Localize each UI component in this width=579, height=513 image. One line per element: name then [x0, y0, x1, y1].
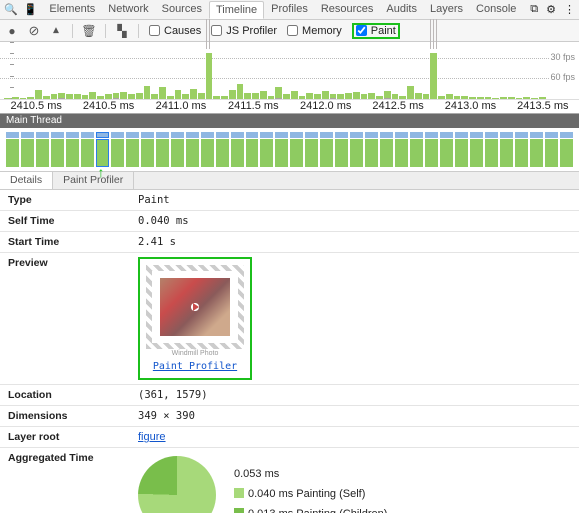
tab-timeline[interactable]: Timeline: [209, 1, 264, 19]
tab-audits[interactable]: Audits: [380, 1, 423, 19]
main-thread-label: Main Thread: [0, 114, 579, 128]
gc-icon[interactable]: 🗑: [83, 24, 95, 38]
tab-layers[interactable]: Layers: [424, 1, 469, 19]
preview-caption: Windmill Photo: [146, 350, 244, 357]
row-preview-k: Preview: [0, 253, 130, 385]
panel-tabs: Elements Network Sources Timeline Profil…: [43, 1, 524, 19]
device-icon[interactable]: 📱: [24, 3, 38, 16]
legend-total: 0.053 ms: [234, 465, 387, 485]
row-start-v: 2.41 s: [130, 232, 579, 253]
timeline-toolbar: ● ⊘ ▾ 🗑 ▚ Causes JS Profiler Memory Pain…: [0, 20, 579, 42]
view-icon[interactable]: ▚: [116, 24, 128, 38]
row-location-v: (361, 1579): [130, 385, 579, 406]
legend-children: 0.013 ms Painting (Children): [248, 508, 387, 513]
fps-30-label: 30 fps: [550, 52, 575, 62]
tab-elements[interactable]: Elements: [43, 1, 101, 19]
legend-swatch-self: [234, 488, 244, 498]
settings-icon[interactable]: ⚙: [546, 3, 556, 16]
row-layer-k: Layer root: [0, 427, 130, 448]
tab-paint-profiler[interactable]: Paint Profiler: [53, 172, 134, 189]
devtools-topbar: 🔍 📱 Elements Network Sources Timeline Pr…: [0, 0, 579, 20]
fps-60-label: 60 fps: [550, 72, 575, 82]
detail-tabs: Details Paint Profiler: [0, 172, 579, 190]
overview-xaxis: 2410.5 ms2410.5 ms2411.0 ms2411.5 ms2412…: [0, 99, 579, 113]
aggregated-time-pie: [138, 456, 216, 513]
thread-bars: [0, 132, 579, 167]
search-icon[interactable]: 🔍: [4, 3, 18, 16]
row-location-k: Location: [0, 385, 130, 406]
legend-swatch-children: [234, 508, 244, 513]
drawer-icon[interactable]: ⧉: [530, 3, 538, 16]
record-icon[interactable]: ●: [6, 24, 18, 38]
tab-console[interactable]: Console: [470, 1, 522, 19]
row-type-k: Type: [0, 190, 130, 211]
row-self-k: Self Time: [0, 211, 130, 232]
tab-resources[interactable]: Resources: [315, 1, 380, 19]
memory-checkbox[interactable]: Memory: [287, 25, 342, 37]
layer-root-link[interactable]: figure: [138, 431, 166, 443]
row-self-v: 0.040 ms: [130, 211, 579, 232]
main-thread-track[interactable]: ↑: [0, 128, 579, 172]
row-type-v: Paint: [130, 190, 579, 211]
selection-arrow-icon: ↑: [98, 164, 105, 180]
filter-icon[interactable]: ▾: [50, 24, 62, 38]
clear-icon[interactable]: ⊘: [28, 23, 40, 39]
tab-details[interactable]: Details: [0, 172, 53, 189]
overview-bars: [0, 41, 549, 99]
tab-network[interactable]: Network: [102, 1, 154, 19]
tab-sources[interactable]: Sources: [156, 1, 208, 19]
legend-self: 0.040 ms Painting (Self): [248, 488, 365, 500]
row-start-k: Start Time: [0, 232, 130, 253]
preview-highlight: Windmill Photo Paint Profiler: [138, 257, 252, 380]
jsprofiler-checkbox[interactable]: JS Profiler: [211, 25, 277, 37]
dock-menu-icon[interactable]: ⋮: [564, 3, 575, 16]
row-agg-k: Aggregated Time: [0, 448, 130, 513]
paint-checkbox[interactable]: Paint: [352, 23, 400, 39]
tab-profiles[interactable]: Profiles: [265, 1, 314, 19]
aggregated-time-legend: 0.053 ms 0.040 ms Painting (Self) 0.013 …: [234, 465, 387, 513]
causes-checkbox[interactable]: Causes: [149, 25, 201, 37]
overview-chart[interactable]: 30 fps 60 fps 2410.5 ms2410.5 ms2411.0 m…: [0, 42, 579, 114]
preview-thumbnail: [146, 265, 244, 349]
details-panel: TypePaint Self Time0.040 ms Start Time2.…: [0, 190, 579, 513]
row-dim-v: 349 × 390: [130, 406, 579, 427]
paint-profiler-link[interactable]: Paint Profiler: [146, 361, 244, 372]
row-dim-k: Dimensions: [0, 406, 130, 427]
